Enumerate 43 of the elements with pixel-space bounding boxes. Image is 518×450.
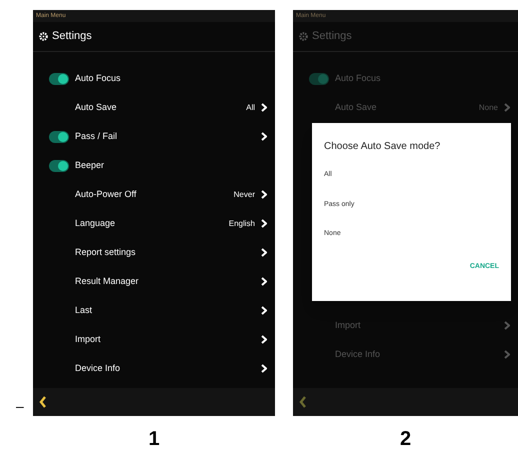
setting-value: English — [228, 218, 255, 230]
setting-label: Beeper — [75, 158, 106, 172]
figure-caption: 1 — [148, 427, 160, 450]
screen-title: Settings — [52, 29, 92, 44]
setting-label: Pass / Fail — [75, 130, 118, 143]
setting-label: Language — [75, 216, 116, 230]
chevron-right-icon — [261, 335, 267, 344]
setting-label: Report settings — [75, 246, 137, 259]
toggle-switch[interactable] — [49, 130, 69, 142]
chevron-right-icon — [261, 190, 267, 199]
setting-label: Auto Save — [335, 100, 378, 114]
chevron-right-icon — [261, 277, 267, 286]
setting-label: Result Manager — [75, 274, 140, 288]
chevron-right-icon — [504, 103, 510, 112]
setting-label: Last — [75, 304, 94, 317]
chevron-right-icon — [504, 350, 510, 359]
gear-icon — [299, 32, 308, 41]
setting-label: Import — [335, 318, 362, 332]
back-icon[interactable] — [39, 396, 47, 408]
chevron-right-icon — [261, 248, 267, 257]
setting-value: None — [478, 102, 498, 114]
chevron-right-icon — [504, 321, 510, 330]
figure-caption: 2 — [400, 427, 412, 450]
dash: – — [16, 397, 24, 416]
setting-label: Auto-Power Off — [75, 188, 138, 201]
chevron-right-icon — [261, 306, 267, 315]
setting-value: Never — [234, 188, 255, 200]
gear-icon — [39, 32, 48, 41]
chevron-right-icon — [261, 219, 267, 228]
chevron-right-icon — [261, 364, 267, 373]
setting-label: Auto Focus — [335, 72, 382, 85]
toggle-switch[interactable] — [49, 160, 69, 172]
setting-label: Device Info — [335, 348, 382, 361]
toggle-switch[interactable] — [49, 72, 69, 84]
setting-value: All — [246, 102, 255, 114]
dialog-title: Choose Auto Save mode? — [324, 140, 442, 154]
setting-label: Device Info — [75, 362, 122, 375]
chevron-right-icon — [261, 103, 267, 112]
setting-label: Auto Save — [75, 100, 118, 114]
screen-title: Settings — [312, 29, 352, 44]
setting-label: Import — [75, 332, 102, 346]
setting-label: Auto Focus — [75, 72, 122, 85]
toggle-switch[interactable] — [309, 72, 329, 84]
